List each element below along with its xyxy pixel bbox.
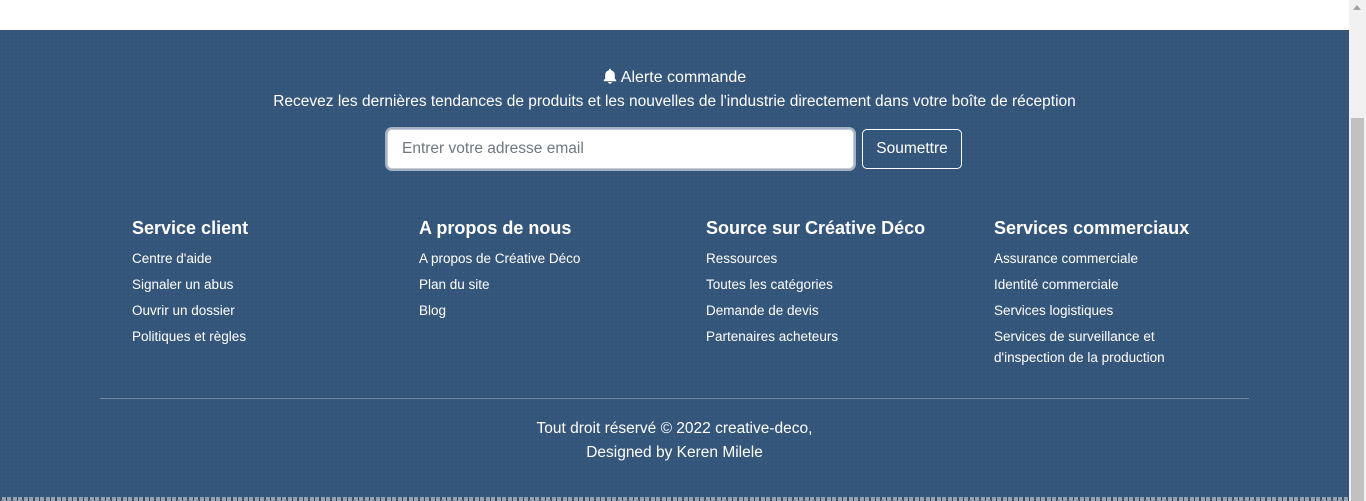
copyright-line: Tout droit réservé © 2022 creative-deco, (536, 420, 813, 437)
list-item: Demande de devis (706, 300, 906, 321)
list-item: Ressources (706, 248, 906, 269)
list-item: Partenaires acheteurs (706, 326, 906, 347)
link-signaler-abus[interactable]: Signaler un abus (132, 277, 233, 292)
link-politiques-regles[interactable]: Politiques et règles (132, 329, 246, 344)
link-services-surveillance[interactable]: Services de surveillance et d'inspection… (994, 329, 1165, 365)
column-heading: Source sur Créative Déco (706, 218, 926, 238)
link-identite-commerciale[interactable]: Identité commerciale (994, 277, 1119, 292)
link-partenaires-acheteurs[interactable]: Partenaires acheteurs (706, 329, 838, 344)
credit-line: Designed by Keren Milele (586, 444, 763, 461)
list-item: Ouvrir un dossier (132, 300, 332, 321)
list-item: Signaler un abus (132, 274, 332, 295)
list-item: Centre d'aide (132, 248, 332, 269)
bottom-edge-strip (0, 497, 1349, 501)
footer-divider (100, 398, 1249, 399)
page-top-area (0, 0, 1349, 30)
link-list: Centre d'aide Signaler un abus Ouvrir un… (132, 248, 392, 347)
vertical-scrollbar[interactable] (1349, 0, 1366, 501)
link-toutes-categories[interactable]: Toutes les catégories (706, 277, 833, 292)
link-a-propos-creative-deco[interactable]: A propos de Créative Déco (419, 251, 580, 266)
footer-column-a-propos: A propos de nous A propos de Créative Dé… (419, 217, 679, 326)
link-plan-du-site[interactable]: Plan du site (419, 277, 490, 292)
link-list: Assurance commerciale Identité commercia… (994, 248, 1254, 368)
link-assurance-commerciale[interactable]: Assurance commerciale (994, 251, 1138, 266)
link-centre-aide[interactable]: Centre d'aide (132, 251, 212, 266)
list-item: Identité commerciale (994, 274, 1194, 295)
list-item: Plan du site (419, 274, 619, 295)
list-item: Politiques et règles (132, 326, 332, 347)
link-services-logistiques[interactable]: Services logistiques (994, 303, 1113, 318)
scrollbar-thumb[interactable] (1351, 118, 1364, 501)
list-item: Services logistiques (994, 300, 1194, 321)
link-ressources[interactable]: Ressources (706, 251, 777, 266)
scroll-up-arrow-icon[interactable] (1353, 5, 1361, 10)
copyright: Tout droit réservé © 2022 creative-deco,… (0, 417, 1349, 465)
list-item: Toutes les catégories (706, 274, 906, 295)
link-blog[interactable]: Blog (419, 303, 446, 318)
bell-icon (603, 68, 617, 90)
link-list: Ressources Toutes les catégories Demande… (706, 248, 966, 347)
list-item: A propos de Créative Déco (419, 248, 619, 269)
list-item: Services de surveillance et d'inspection… (994, 326, 1179, 368)
link-demande-devis[interactable]: Demande de devis (706, 303, 819, 318)
footer-column-source: Source sur Créative Déco Ressources Tout… (706, 217, 966, 352)
column-heading: A propos de nous (419, 218, 572, 238)
footer-column-service-client: Service client Centre d'aide Signaler un… (132, 217, 392, 352)
site-footer: Alerte commande Recevez les dernières te… (0, 30, 1349, 501)
submit-button[interactable]: Soumettre (862, 129, 962, 169)
list-item: Blog (419, 300, 619, 321)
footer-column-services-commerciaux: Services commerciaux Assurance commercia… (994, 217, 1254, 373)
link-list: A propos de Créative Déco Plan du site B… (419, 248, 679, 321)
column-heading: Services commerciaux (994, 218, 1190, 238)
newsletter-title-row: Alerte commande (0, 68, 1349, 90)
link-ouvrir-dossier[interactable]: Ouvrir un dossier (132, 303, 235, 318)
newsletter-subtitle: Recevez les dernières tendances de produ… (273, 93, 1076, 110)
email-input[interactable] (387, 129, 854, 169)
newsletter-title: Alerte commande (620, 69, 747, 86)
column-heading: Service client (132, 218, 249, 238)
list-item: Assurance commerciale (994, 248, 1194, 269)
